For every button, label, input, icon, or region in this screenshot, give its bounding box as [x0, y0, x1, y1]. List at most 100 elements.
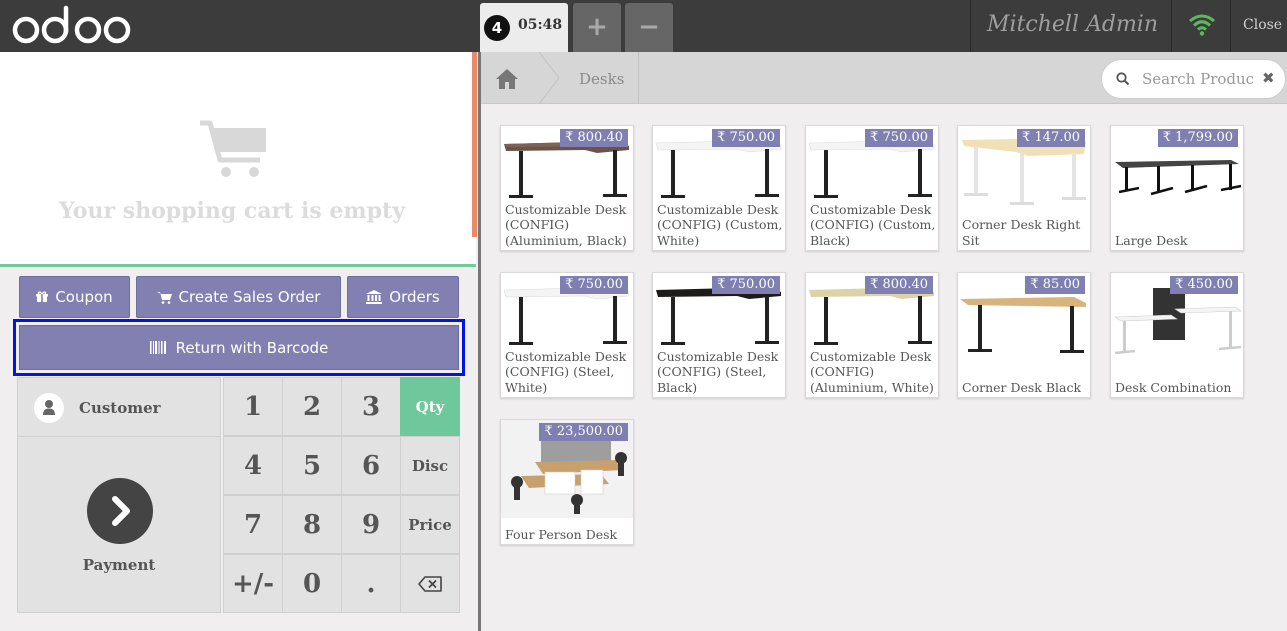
coupon-button[interactable]: Coupon — [19, 276, 130, 318]
coupon-label: Coupon — [55, 288, 113, 306]
numpad-key-3[interactable]: 3 — [341, 377, 401, 436]
orders-button[interactable]: Orders — [347, 276, 459, 318]
product-price: ₹ 800.40 — [560, 129, 628, 147]
remove-order-button[interactable]: − — [625, 3, 673, 52]
product-price: ₹ 147.00 — [1017, 129, 1085, 147]
numpad-key-plus-minus[interactable]: +/- — [223, 554, 283, 613]
product-card[interactable]: ₹ 450.00 Desk Combination — [1110, 272, 1244, 398]
order-number-badge: 4 — [484, 15, 510, 41]
product-card[interactable]: ₹ 750.00 Customizable Desk (CONFIG) (Cus… — [805, 125, 939, 251]
product-price: ₹ 450.00 — [1170, 276, 1238, 294]
numpad-key-0[interactable]: 0 — [282, 554, 342, 613]
actionpad: Customer Payment — [17, 377, 221, 613]
cart-divider — [0, 264, 476, 267]
shopping-cart-icon — [200, 120, 266, 177]
close-button[interactable]: Close — [1243, 17, 1282, 33]
product-card[interactable]: ₹ 23,500.00 Four Person Desk — [500, 419, 634, 545]
order-time: 05:48 — [518, 17, 563, 33]
home-icon — [496, 69, 518, 89]
cart-icon — [156, 291, 172, 304]
numpad-key-6[interactable]: 6 — [341, 436, 401, 495]
numpad-key-dot[interactable]: . — [341, 554, 401, 613]
product-name: Customizable Desk (CONFIG) (Aluminium, B… — [505, 201, 627, 248]
create-sales-order-label: Create Sales Order — [178, 288, 321, 306]
header-divider — [1171, 0, 1172, 52]
numpad-key-7[interactable]: 7 — [223, 495, 283, 554]
numpad-mode-price[interactable]: Price — [400, 495, 460, 554]
empty-cart-message: Your shopping cart is empty — [59, 198, 405, 224]
product-card[interactable]: ₹ 750.00 Customizable Desk (CONFIG) (Ste… — [500, 272, 634, 398]
product-price: ₹ 750.00 — [560, 276, 628, 294]
numpad-mode-disc[interactable]: Disc — [400, 436, 460, 495]
payment-label[interactable]: Payment — [18, 556, 220, 574]
left-pane: Your shopping cart is empty Coupon Creat… — [0, 52, 478, 631]
bank-icon — [366, 290, 383, 304]
user-icon — [43, 400, 55, 415]
numpad-backspace[interactable] — [400, 554, 460, 613]
wifi-icon[interactable] — [1189, 14, 1215, 36]
product-card[interactable]: ₹ 85.00 Corner Desk Black — [957, 272, 1091, 398]
order-cart: Your shopping cart is empty — [0, 52, 477, 264]
numpad-key-1[interactable]: 1 — [223, 377, 283, 436]
create-sales-order-button[interactable]: Create Sales Order — [136, 276, 341, 318]
product-card[interactable]: ₹ 750.00 Customizable Desk (CONFIG) (Ste… — [652, 272, 786, 398]
product-name: Customizable Desk (CONFIG) (Steel, Black… — [657, 348, 779, 395]
product-price: ₹ 800.40 — [865, 276, 933, 294]
add-order-button[interactable]: + — [573, 3, 621, 52]
orders-label: Orders — [389, 288, 440, 306]
pane-divider — [478, 52, 481, 631]
header-divider — [970, 0, 971, 52]
gift-icon — [36, 291, 49, 302]
numpad-key-4[interactable]: 4 — [223, 436, 283, 495]
product-name: Desk Combination — [1115, 379, 1232, 395]
backspace-icon — [418, 575, 442, 592]
search-icon — [1116, 72, 1130, 86]
product-name: Large Desk — [1115, 232, 1188, 248]
product-price: ₹ 23,500.00 — [539, 423, 628, 441]
product-card[interactable]: ₹ 1,799.00 Large Desk — [1110, 125, 1244, 251]
cart-scrollbar[interactable] — [472, 52, 477, 237]
clear-search-icon[interactable]: ✖ — [1262, 69, 1275, 87]
product-price: ₹ 1,799.00 — [1157, 129, 1238, 147]
product-name: Corner Desk Black — [962, 379, 1082, 395]
product-name: Customizable Desk (CONFIG) (Aluminium, W… — [810, 348, 934, 395]
product-name: Four Person Desk — [505, 526, 618, 542]
breadcrumb-arrow — [539, 52, 560, 104]
product-price: ₹ 85.00 — [1025, 276, 1085, 294]
numpad-key-8[interactable]: 8 — [282, 495, 342, 554]
numpad-key-9[interactable]: 9 — [341, 495, 401, 554]
product-card[interactable]: ₹ 800.40 Customizable Desk (CONFIG) (Alu… — [805, 272, 939, 398]
payment-button[interactable] — [87, 478, 153, 544]
barcode-icon — [149, 341, 166, 354]
pos-topbar: 4 05:48 + − Mitchell Admin Close — [0, 0, 1287, 52]
product-price: ₹ 750.00 — [712, 276, 780, 294]
order-tab[interactable]: 4 05:48 — [480, 3, 568, 52]
search-box: ✖ — [1101, 59, 1286, 99]
username[interactable]: Mitchell Admin — [987, 12, 1158, 37]
set-customer-button[interactable]: Customer — [18, 378, 220, 437]
numpad-mode-qty[interactable]: Qty — [400, 377, 460, 436]
products-toolbar: Desks ✖ — [481, 52, 1287, 104]
product-name: Customizable Desk (CONFIG) (Steel, White… — [505, 348, 627, 395]
return-with-barcode-label: Return with Barcode — [175, 338, 329, 357]
return-with-barcode-button[interactable]: Return with Barcode — [19, 325, 459, 370]
header-divider — [1230, 0, 1231, 52]
odoo-logo — [12, 5, 131, 44]
return-barcode-focus-ring: Return with Barcode — [13, 319, 465, 376]
chevron-right-icon — [112, 496, 130, 526]
product-card[interactable]: ₹ 750.00 Customizable Desk (CONFIG) (Cus… — [652, 125, 786, 251]
product-price: ₹ 750.00 — [712, 129, 780, 147]
breadcrumb-divider — [638, 52, 639, 104]
customer-avatar — [34, 393, 64, 423]
breadcrumb-desks[interactable]: Desks — [579, 70, 624, 88]
search-products-input[interactable] — [1142, 68, 1254, 90]
product-name: Customizable Desk (CONFIG) (Custom, Whit… — [657, 201, 783, 248]
numpad-key-5[interactable]: 5 — [282, 436, 342, 495]
home-category-button[interactable] — [481, 52, 539, 104]
product-card[interactable]: ₹ 800.40 Customizable Desk (CONFIG) (Alu… — [500, 125, 634, 251]
numpad-key-2[interactable]: 2 — [282, 377, 342, 436]
product-card[interactable]: ₹ 147.00 Corner Desk Right Sit — [957, 125, 1091, 251]
product-name: Customizable Desk (CONFIG) (Custom, Blac… — [810, 201, 936, 248]
product-price: ₹ 750.00 — [865, 129, 933, 147]
product-name: Corner Desk Right Sit — [962, 217, 1081, 248]
